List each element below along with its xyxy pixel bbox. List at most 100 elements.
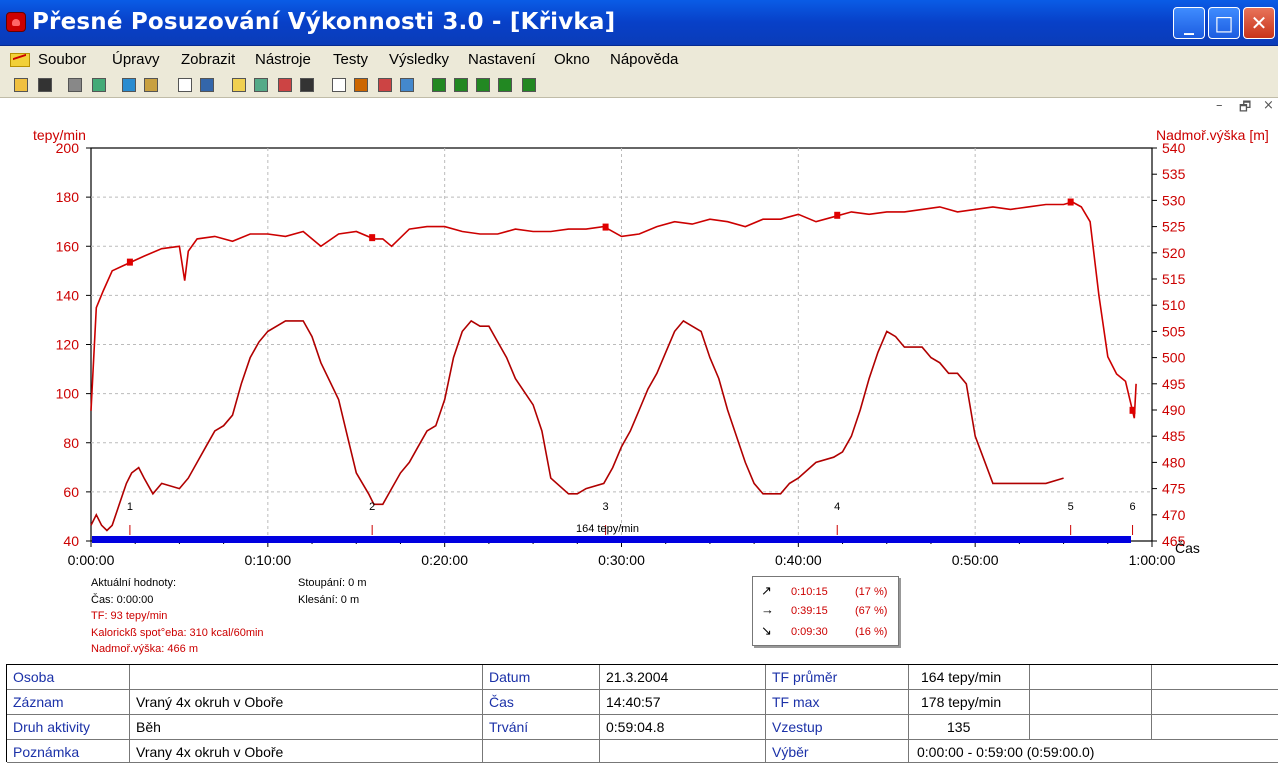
bar-4-icon[interactable] <box>498 78 512 92</box>
y2-tick-label: 525 <box>1162 219 1186 235</box>
poznamka-label: Poznámka <box>7 740 130 763</box>
menu-bar: Soubor Úpravy Zobrazit Nástroje Testy Vý… <box>0 46 1278 115</box>
y2-tick-label: 470 <box>1162 507 1186 523</box>
druh-label: Druh aktivity <box>7 715 130 740</box>
bar-5-icon[interactable] <box>522 78 536 92</box>
lap-marker <box>126 258 133 266</box>
current-calories: Kalorickß spot°eba: 310 kcal/60min <box>91 626 264 639</box>
y2-tick-label: 535 <box>1162 166 1186 182</box>
wand-icon[interactable] <box>144 78 158 92</box>
downhill-time: 0:09:30 <box>791 626 828 638</box>
table-icon[interactable] <box>178 78 192 92</box>
current-altitude: Nadmoř.výška: 466 m <box>91 643 198 655</box>
terrain-stats-box: ↗ 0:10:15 (17 %) → 0:39:15 (67 %) ↘ 0:09… <box>752 576 899 646</box>
print-icon[interactable] <box>68 78 82 92</box>
tf-max-value[interactable]: 178 tepy/min <box>909 690 1030 715</box>
trvani-value[interactable]: 0:59:04.8 <box>600 715 766 740</box>
maximize-button[interactable]: □ <box>1208 7 1240 39</box>
stats-row-flat: → 0:39:15 (67 %) <box>753 602 900 622</box>
lap-label: 2 <box>369 501 375 513</box>
cas-label: Čas <box>483 690 600 715</box>
y2-tick-label: 495 <box>1162 376 1186 392</box>
flat-pct: (67 %) <box>855 605 888 617</box>
datum-label: Datum <box>483 665 600 690</box>
y-tick-label: 180 <box>56 189 80 205</box>
y-tick-label: 120 <box>56 337 80 353</box>
uphill-pct: (17 %) <box>855 586 888 598</box>
globe-icon[interactable] <box>122 78 136 92</box>
line-chart-icon[interactable] <box>400 78 414 92</box>
y2-tick-label: 475 <box>1162 481 1186 497</box>
minimize-button[interactable]: _ <box>1173 7 1205 39</box>
extra-cell-2 <box>1152 665 1278 690</box>
datum-value[interactable]: 21.3.2004 <box>600 665 766 690</box>
bar-1-icon[interactable] <box>432 78 446 92</box>
menu-napoveda[interactable]: Nápověda <box>610 51 678 68</box>
menu-upravy[interactable]: Úpravy <box>112 51 160 68</box>
lap-label: 5 <box>1068 501 1074 513</box>
selection-bar[interactable] <box>92 536 1131 543</box>
menu-nastaveni[interactable]: Nastavení <box>468 51 536 68</box>
lap-label: 1 <box>127 501 133 513</box>
zoom-icon[interactable] <box>332 78 346 92</box>
y2-tick-label: 515 <box>1162 271 1186 287</box>
x-tick-label: 0:20:00 <box>421 552 468 568</box>
zaznam-label: Záznam <box>7 690 130 715</box>
title-bar[interactable]: Přesné Posuzování Výkonnosti 3.0 - [Křiv… <box>0 0 1278 46</box>
chart-document-icon[interactable] <box>10 53 30 67</box>
tf-prumer-value[interactable]: 164 tepy/min <box>909 665 1030 690</box>
y2-tick-label: 490 <box>1162 402 1186 418</box>
empty-cell-2 <box>600 740 766 763</box>
uphill-time: 0:10:15 <box>791 586 828 598</box>
book-icon[interactable] <box>200 78 214 92</box>
menu-zobrazit[interactable]: Zobrazit <box>181 51 235 68</box>
y-tick-label: 80 <box>63 435 79 451</box>
menu-vysledky[interactable]: Výsledky <box>389 51 449 68</box>
menu-nastroje[interactable]: Nástroje <box>255 51 311 68</box>
menu-okno[interactable]: Okno <box>554 51 590 68</box>
osoba-value[interactable] <box>130 665 483 690</box>
menu-testy[interactable]: Testy <box>333 51 368 68</box>
heart-icon[interactable] <box>6 12 26 32</box>
vyber-value[interactable]: 0:00:00 - 0:59:00 (0:59:00.0) <box>909 740 1278 763</box>
y-axis-label: tepy/min <box>33 127 86 143</box>
save-icon[interactable] <box>38 78 52 92</box>
extra-cell-1 <box>1030 665 1152 690</box>
curve-icon[interactable] <box>354 78 368 92</box>
bar-3-icon[interactable] <box>476 78 490 92</box>
copy-icon[interactable] <box>92 78 106 92</box>
x-tick-label: 0:40:00 <box>775 552 822 568</box>
y2-tick-label: 485 <box>1162 428 1186 444</box>
empty-cell-1 <box>483 740 600 763</box>
tf-max-label: TF max <box>766 690 909 715</box>
x-tick-label: 0:30:00 <box>598 552 645 568</box>
poznamka-value[interactable]: Vrany 4x okruh v Oboře <box>130 740 483 763</box>
vzestup-value[interactable]: 135 <box>909 715 1030 740</box>
bar-2-icon[interactable] <box>454 78 468 92</box>
lap-label: 3 <box>603 501 609 513</box>
menu-soubor[interactable]: Soubor <box>38 51 86 68</box>
arrow-up-icon: ↗ <box>761 583 772 598</box>
zaznam-value[interactable]: Vraný 4x okruh v Oboře <box>130 690 483 715</box>
window-title: Přesné Posuzování Výkonnosti 3.0 - [Křiv… <box>32 9 616 35</box>
stats-row-downhill: ↘ 0:09:30 (16 %) <box>753 623 900 643</box>
bar-chart-icon[interactable] <box>254 78 268 92</box>
lap-marker <box>1129 406 1136 414</box>
percent-chart-icon[interactable] <box>278 78 292 92</box>
extra-cell-6 <box>1152 715 1278 740</box>
close-button[interactable]: ✕ <box>1243 7 1275 39</box>
arrow-right-icon: → <box>761 602 774 617</box>
current-values-title: Aktuální hodnoty: <box>91 577 177 589</box>
druh-value[interactable]: Běh <box>130 715 483 740</box>
app-window: Přesné Posuzování Výkonnosti 3.0 - [Křiv… <box>0 0 1278 763</box>
grid-chart-icon[interactable] <box>300 78 314 92</box>
open-icon[interactable] <box>14 78 28 92</box>
x-tick-label: 0:10:00 <box>244 552 291 568</box>
current-hr: TF: 93 tepy/min <box>91 610 168 622</box>
cas-value[interactable]: 14:40:57 <box>600 690 766 715</box>
area-chart-icon[interactable] <box>232 78 246 92</box>
current-time: Čas: 0:00:00 <box>91 593 154 606</box>
marker-icon[interactable] <box>378 78 392 92</box>
vyber-label: Výběr <box>766 740 909 763</box>
lap-marker <box>369 234 376 242</box>
